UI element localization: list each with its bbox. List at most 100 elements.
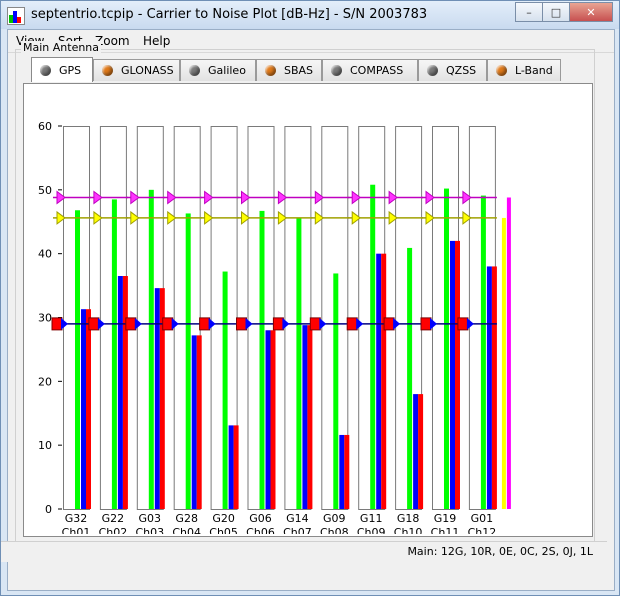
bar	[491, 266, 497, 509]
menu-help[interactable]: Help	[143, 34, 170, 48]
status-dot-icon	[496, 65, 507, 76]
bar	[270, 330, 276, 509]
threshold-marker	[346, 317, 358, 331]
status-dot-icon	[40, 64, 51, 76]
bar	[333, 273, 339, 509]
bar	[117, 276, 123, 509]
x-label-satellite: G32	[65, 512, 88, 525]
y-tick-label: 60	[38, 120, 52, 133]
bar	[302, 325, 308, 509]
status-dot-icon	[265, 65, 276, 76]
y-tick-label: 40	[38, 248, 52, 261]
bar	[296, 217, 302, 510]
bar	[344, 434, 350, 509]
tab-label: GLONASS	[121, 64, 174, 77]
bar	[501, 217, 506, 510]
bar	[455, 240, 460, 509]
bar	[86, 309, 91, 509]
bar	[81, 309, 86, 509]
tab-glonass[interactable]: GLONASS	[93, 59, 180, 81]
status-dot-icon	[102, 65, 113, 76]
x-label-satellite: G06	[249, 512, 272, 525]
y-tick-label: 20	[38, 375, 52, 388]
bar	[486, 266, 492, 509]
x-label-channel: Ch05	[209, 526, 238, 534]
y-tick-label: 10	[38, 439, 52, 452]
bar	[381, 253, 387, 509]
app-window: septentrio.tcpip - Carrier to Noise Plot…	[0, 0, 620, 596]
tab-label: L-Band	[515, 64, 553, 77]
x-label-channel: Ch04	[172, 526, 201, 534]
y-tick-label: 30	[38, 312, 52, 325]
status-bar: Main: 12G, 10R, 0E, 0C, 2S, 0J, 1L	[1, 541, 607, 562]
title-bar[interactable]: septentrio.tcpip - Carrier to Noise Plot…	[1, 1, 619, 29]
threshold-marker	[383, 317, 395, 331]
x-label-satellite: G14	[286, 512, 309, 525]
tab-l-band[interactable]: L-Band	[487, 59, 561, 81]
x-label-channel: Ch01	[62, 526, 91, 534]
bar	[370, 184, 376, 509]
bar	[413, 394, 419, 509]
x-label-satellite: G19	[434, 512, 457, 525]
bar	[196, 335, 202, 509]
threshold-marker	[125, 317, 137, 331]
bar	[154, 288, 160, 509]
bar	[233, 425, 239, 509]
cn0-chart: 0102030405060G32Ch01G22Ch02G03Ch03G28Ch0…	[38, 120, 511, 539]
group-label: Main Antenna	[21, 41, 102, 54]
x-label-satellite: G03	[139, 512, 162, 525]
bar	[339, 434, 345, 509]
x-label-satellite: G20	[212, 512, 235, 525]
x-label-channel: Ch10	[394, 526, 423, 534]
tab-gps[interactable]: GPS	[31, 57, 93, 82]
tab-label: GPS	[59, 63, 82, 77]
x-label-channel: Ch03	[135, 526, 164, 534]
tab-label: COMPASS	[350, 64, 404, 77]
threshold-marker	[309, 317, 321, 331]
bar	[191, 335, 197, 509]
bar	[418, 394, 424, 509]
tab-label: Galileo	[208, 64, 246, 77]
bar	[407, 247, 413, 509]
tab-galileo[interactable]: Galileo	[180, 59, 256, 81]
bar	[259, 210, 265, 510]
status-dot-icon	[331, 65, 342, 76]
close-button[interactable]: ✕	[569, 2, 613, 22]
tab-label: QZSS	[446, 64, 477, 77]
x-label-channel: Ch08	[320, 526, 349, 534]
status-dot-icon	[189, 65, 200, 76]
x-label-satellite: G22	[102, 512, 125, 525]
bar	[111, 199, 117, 509]
threshold-marker	[88, 317, 100, 331]
threshold-marker	[236, 317, 247, 331]
bar	[75, 210, 80, 509]
bar	[122, 276, 128, 509]
x-label-channel: Ch07	[283, 526, 312, 534]
threshold-marker	[199, 317, 211, 331]
bar	[506, 197, 511, 509]
minimize-button[interactable]: –	[515, 2, 543, 22]
threshold-marker	[162, 317, 174, 331]
x-label-channel: Ch02	[99, 526, 128, 534]
bar	[228, 425, 234, 509]
x-label-channel: Ch06	[246, 526, 275, 534]
tab-sbas[interactable]: SBAS	[256, 59, 322, 81]
tab-compass[interactable]: COMPASS	[322, 59, 418, 81]
maximize-button[interactable]: □	[542, 2, 570, 22]
bar	[148, 189, 154, 509]
threshold-marker	[420, 317, 432, 331]
x-label-satellite: G28	[175, 512, 198, 525]
threshold-marker	[457, 317, 469, 331]
threshold-marker	[272, 317, 284, 331]
tab-qzss[interactable]: QZSS	[418, 59, 487, 81]
x-label-channel: Ch12	[468, 526, 497, 534]
plot-panel: 0 10 20 30 40 50 60 G32 Ch01 G22 Ch02 G03 Ch03 G28 Ch0…	[23, 83, 593, 539]
status-text: Main: 12G, 10R, 0E, 0C, 2S, 0J, 1L	[407, 545, 593, 558]
status-dot-icon	[427, 65, 438, 76]
x-label-satellite: G09	[323, 512, 346, 525]
x-label-channel: Ch11	[431, 526, 460, 534]
x-label-satellite: G11	[360, 512, 383, 525]
x-label-satellite: G01	[471, 512, 494, 525]
x-label-channel: Ch09	[357, 526, 386, 534]
y-tick-label: 0	[45, 503, 52, 516]
